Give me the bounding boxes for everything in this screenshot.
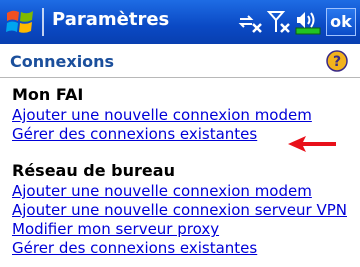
link-manage-connections[interactable]: Gérer des connexions existantes	[12, 125, 312, 144]
link-add-modem-connection[interactable]: Ajouter une nouvelle connexion modem	[12, 182, 347, 201]
section-heading: Mon FAI	[12, 85, 84, 104]
link-edit-proxy-server[interactable]: Modifier mon serveur proxy	[12, 220, 347, 239]
link-add-vpn-connection[interactable]: Ajouter une nouvelle connexion serveur V…	[12, 201, 347, 220]
svg-text:?: ?	[333, 54, 341, 70]
section-reseau-de-bureau: Réseau de bureau Ajouter une nouvelle co…	[12, 161, 347, 258]
page-header: Connexions ?	[0, 46, 360, 76]
header-divider	[0, 77, 360, 78]
ok-button[interactable]: ok	[326, 8, 356, 36]
app-title: Paramètres	[52, 9, 170, 30]
help-icon[interactable]: ?	[326, 50, 348, 72]
windows-flag-icon[interactable]	[4, 6, 36, 38]
link-manage-connections[interactable]: Gérer des connexions existantes	[12, 239, 347, 258]
red-arrow-icon	[288, 136, 336, 152]
no-signal-icon[interactable]	[266, 8, 294, 36]
page-title: Connexions	[10, 52, 115, 71]
link-add-modem-connection[interactable]: Ajouter une nouvelle connexion modem	[12, 106, 312, 125]
title-bar: Paramètres ok	[0, 0, 360, 44]
connectivity-off-icon[interactable]	[236, 8, 264, 36]
section-heading: Réseau de bureau	[12, 161, 175, 180]
volume-icon[interactable]	[294, 8, 324, 36]
section-mon-fai: Mon FAI Ajouter une nouvelle connexion m…	[12, 85, 312, 144]
title-separator	[42, 8, 44, 36]
